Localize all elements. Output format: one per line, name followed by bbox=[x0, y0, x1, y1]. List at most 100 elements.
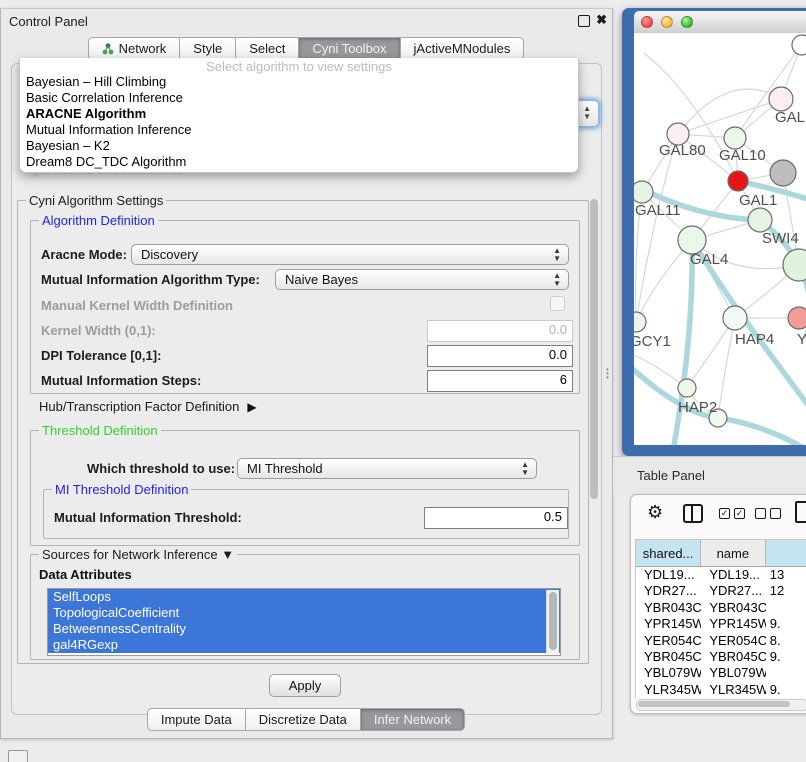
tab-infer-network[interactable]: Infer Network bbox=[360, 708, 465, 731]
table-cell: YBR043C bbox=[636, 600, 701, 616]
tab-discretize-data[interactable]: Discretize Data bbox=[245, 708, 361, 731]
table-cell bbox=[766, 600, 806, 616]
gear-icon[interactable]: ⚙ bbox=[647, 502, 663, 523]
table-cell: 13 bbox=[766, 567, 806, 583]
scrollbar-thumb[interactable] bbox=[638, 701, 790, 707]
aracne-mode-select[interactable]: Discovery ▲▼ bbox=[131, 244, 569, 265]
node-label-y: Y bbox=[797, 331, 806, 348]
tab-impute-data[interactable]: Impute Data bbox=[147, 708, 246, 731]
table-horizontal-scrollbar[interactable] bbox=[636, 699, 806, 711]
table-cell: YLR345W bbox=[701, 682, 765, 698]
algorithm-option-bayesian-hill-climbing[interactable]: Bayesian – Hill Climbing bbox=[20, 74, 578, 90]
algorithm-option-mutual-information-inference[interactable]: Mutual Information Inference bbox=[20, 122, 578, 138]
apply-button[interactable]: Apply bbox=[269, 674, 341, 697]
close-icon[interactable]: ✖ bbox=[596, 12, 607, 28]
network-node-gal10[interactable] bbox=[724, 127, 746, 149]
kernel-width-row: Kernel Width (0,1): 0.0 bbox=[41, 320, 569, 342]
data-attributes-list[interactable]: SelfLoopsTopologicalCoefficientBetweenne… bbox=[47, 588, 561, 656]
list-vertical-scrollbar[interactable] bbox=[546, 590, 559, 654]
network-node[interactable] bbox=[792, 35, 806, 55]
algorithm-option-aracne-algorithm[interactable]: ARACNE Algorithm bbox=[20, 106, 578, 122]
which-threshold-select[interactable]: MI Threshold ▲▼ bbox=[237, 458, 537, 479]
mi-threshold-title: MI Threshold Definition bbox=[52, 482, 191, 497]
network-graph: GALGAL80GAL10GAL1GAL11SWI4GAL4GCY1HAP4YH… bbox=[634, 33, 806, 445]
table-row[interactable]: YER054CYER054C8. bbox=[636, 633, 806, 649]
node-label-swi4: SWI4 bbox=[762, 230, 799, 247]
tab-jactivemnodules[interactable]: jActiveMNodules bbox=[400, 37, 525, 60]
table-row[interactable]: YPR145WYPR145W9. bbox=[636, 616, 806, 632]
manual-kernel-checkbox[interactable] bbox=[550, 296, 565, 311]
settings-vertical-scrollbar[interactable] bbox=[589, 198, 599, 658]
dpi-tolerance-field[interactable]: 0.0 bbox=[427, 345, 573, 367]
algorithm-option-bayesian-k2[interactable]: Bayesian – K2 bbox=[20, 138, 578, 154]
zoom-traffic-light[interactable] bbox=[681, 16, 693, 28]
table-header-row: shared...name bbox=[636, 540, 806, 567]
mi-threshold-field[interactable]: 0.5 bbox=[424, 507, 568, 529]
export-table-icon[interactable] bbox=[795, 501, 806, 523]
algorithm-option-basic-correlation-inference[interactable]: Basic Correlation Inference bbox=[20, 90, 578, 106]
table-row[interactable]: YLR345WYLR345W9. bbox=[636, 682, 806, 698]
control-panel-titlebar: Control Panel ✖ bbox=[1, 9, 612, 33]
tab-network[interactable]: Network bbox=[88, 37, 181, 60]
tab-style-label: Style bbox=[193, 41, 222, 56]
kernel-width-field[interactable]: 0.0 bbox=[427, 320, 573, 342]
table-row[interactable]: YBR043CYBR043C bbox=[636, 600, 806, 616]
hub-definition-toggle[interactable]: Hub/Transcription Factor Definition▶ bbox=[39, 399, 257, 414]
tab-style[interactable]: Style bbox=[179, 37, 236, 60]
network-node-y[interactable] bbox=[788, 307, 806, 329]
attribute-item-selfloops[interactable]: SelfLoops bbox=[48, 589, 560, 605]
tab-select[interactable]: Select bbox=[235, 37, 299, 60]
minimize-traffic-light[interactable] bbox=[661, 16, 673, 28]
network-node-gal11[interactable] bbox=[634, 181, 653, 203]
node-label-gcy1: GCY1 bbox=[634, 333, 671, 350]
mi-type-select[interactable]: Naive Bayes ▲▼ bbox=[275, 269, 569, 290]
table-cell bbox=[766, 665, 806, 681]
network-node-gal1[interactable] bbox=[748, 208, 772, 232]
combo-arrows-icon: ▲▼ bbox=[521, 461, 529, 477]
network-node[interactable] bbox=[770, 160, 796, 186]
data-attributes-label: Data Attributes bbox=[39, 567, 132, 582]
table-cell: 8. bbox=[766, 633, 806, 649]
panel-title: Control Panel bbox=[9, 14, 88, 29]
table-row[interactable]: YBL079WYBL079W bbox=[636, 665, 806, 681]
algorithm-dropdown-popup: Select algorithm to view settings Bayesi… bbox=[19, 58, 579, 173]
float-window-icon[interactable] bbox=[578, 15, 590, 27]
network-node-gal[interactable] bbox=[769, 87, 793, 111]
column-header-2[interactable] bbox=[766, 540, 806, 566]
column-header-name[interactable]: name bbox=[701, 540, 765, 566]
threshold-definition-title: Threshold Definition bbox=[39, 423, 161, 438]
node-label-gal: GAL bbox=[775, 109, 805, 126]
tab-select-label: Select bbox=[249, 41, 285, 56]
deselect-all-checkboxes-icon[interactable] bbox=[755, 508, 781, 519]
scrollbar-thumb[interactable] bbox=[590, 199, 598, 499]
table-row[interactable]: YBR045CYBR045C9. bbox=[636, 649, 806, 665]
mi-type-row: Mutual Information Algorithm Type: Naive… bbox=[41, 269, 569, 291]
mi-steps-field[interactable]: 6 bbox=[427, 370, 573, 392]
network-node[interactable] bbox=[728, 171, 748, 191]
close-traffic-light[interactable] bbox=[641, 16, 653, 28]
algorithm-option-dream8-dc-tdc-algorithm[interactable]: Dream8 DC_TDC Algorithm bbox=[20, 154, 578, 170]
network-node-hap2[interactable] bbox=[678, 379, 696, 397]
table-cell: YER054C bbox=[701, 633, 765, 649]
network-node-hap4[interactable] bbox=[723, 306, 747, 330]
combo-arrows-icon: ▲▼ bbox=[583, 105, 591, 121]
attribute-item-betweennesscentrality[interactable]: BetweennessCentrality bbox=[48, 621, 560, 637]
network-canvas[interactable]: GALGAL80GAL10GAL1GAL11SWI4GAL4GCY1HAP4YH… bbox=[634, 33, 806, 445]
hub-definition-label: Hub/Transcription Factor Definition bbox=[39, 399, 239, 414]
network-node-gal4[interactable] bbox=[678, 226, 706, 254]
scrollbar-thumb[interactable] bbox=[549, 592, 557, 650]
network-node-gcy1[interactable] bbox=[634, 312, 646, 332]
table-row[interactable]: YDR27...YDR27...12 bbox=[636, 583, 806, 599]
minimized-panel-icon[interactable] bbox=[8, 750, 28, 762]
network-window-titlebar[interactable] bbox=[634, 11, 806, 34]
table-cell: YER054C bbox=[636, 633, 701, 649]
column-header-shared-[interactable]: shared... bbox=[636, 540, 701, 566]
tab-cyni-toolbox[interactable]: Cyni Toolbox bbox=[298, 37, 400, 60]
split-columns-icon[interactable] bbox=[683, 504, 703, 523]
splitter-grip[interactable]: ••• bbox=[606, 368, 614, 382]
attribute-item-topologicalcoefficient[interactable]: TopologicalCoefficient bbox=[48, 605, 560, 621]
select-all-checkboxes-icon[interactable]: ✓✓ bbox=[719, 508, 745, 519]
sources-title[interactable]: Sources for Network Inference ▼ bbox=[39, 547, 237, 562]
attribute-item-gal4rgexp[interactable]: gal4RGexp bbox=[48, 637, 560, 653]
table-row[interactable]: YDL19...YDL19...13 bbox=[636, 567, 806, 583]
